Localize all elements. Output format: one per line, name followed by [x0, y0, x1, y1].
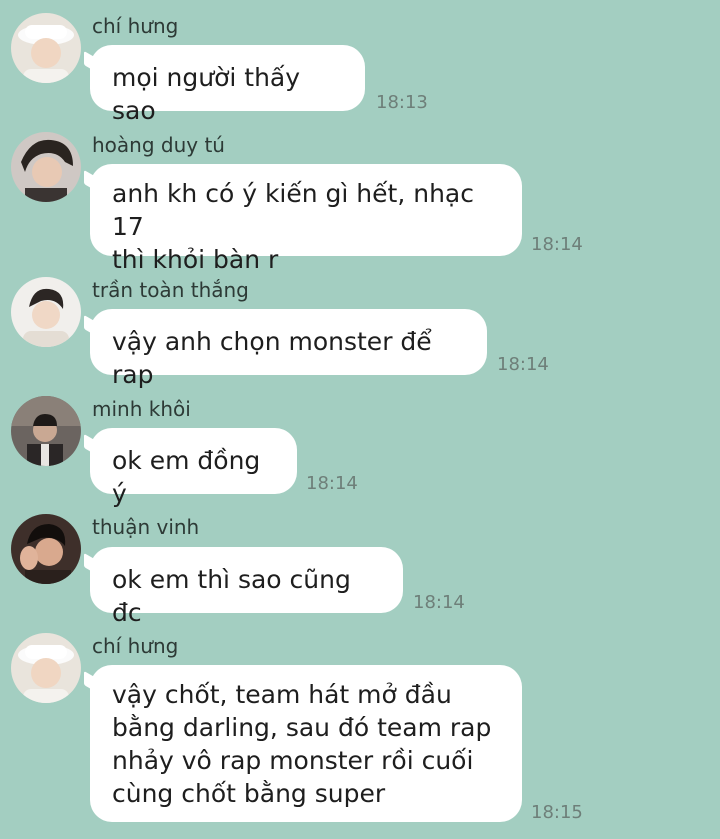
- message-bubble[interactable]: vậy anh chọn monster để rap: [90, 309, 487, 389]
- sender-name: chí hưng: [92, 14, 179, 38]
- avatar[interactable]: [11, 514, 81, 584]
- avatar[interactable]: [11, 396, 81, 466]
- sender-name: chí hưng: [92, 634, 179, 658]
- sender-name: minh khôi: [92, 397, 191, 421]
- message-time: 18:15: [531, 802, 583, 823]
- avatar[interactable]: [11, 277, 81, 347]
- message-time: 18:14: [497, 354, 549, 375]
- message-bubble[interactable]: vậy chốt, team hát mở đầu bằng darling, …: [90, 665, 522, 822]
- message-bubble[interactable]: ok em thì sao cũng đc: [90, 547, 403, 627]
- message-bubble[interactable]: anh kh có ý kiến gì hết, nhạc 17 thì khỏ…: [90, 164, 522, 274]
- avatar[interactable]: [11, 13, 81, 83]
- avatar[interactable]: [11, 633, 81, 703]
- sender-name: hoàng duy tú: [92, 133, 225, 157]
- sender-name: thuận vinh: [92, 515, 200, 539]
- message-time: 18:14: [531, 234, 583, 255]
- avatar[interactable]: [11, 132, 81, 202]
- message-time: 18:14: [413, 592, 465, 613]
- sender-name: trần toàn thắng: [92, 278, 249, 302]
- message-bubble[interactable]: mọi người thấy sao: [90, 45, 365, 125]
- message-bubble[interactable]: ok em đồng ý: [90, 428, 297, 508]
- message-time: 18:13: [376, 92, 428, 113]
- message-time: 18:14: [306, 473, 358, 494]
